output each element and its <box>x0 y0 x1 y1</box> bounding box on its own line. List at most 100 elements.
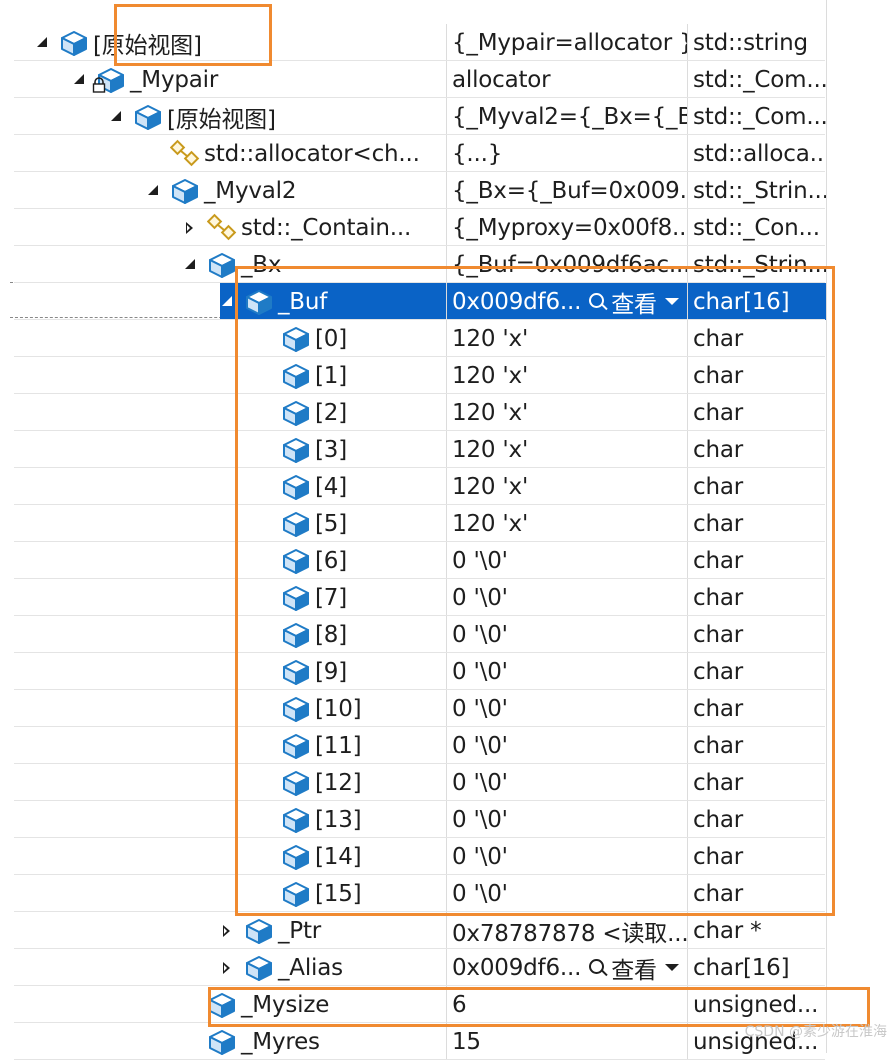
watch-row[interactable]: [9] 0 '\0' char <box>0 653 895 690</box>
type-cell[interactable]: char[16] <box>688 949 827 986</box>
expanded-arrow-icon[interactable] <box>72 73 86 87</box>
value-cell[interactable]: {_Mypair=allocator } <box>446 24 688 61</box>
type-cell[interactable]: char <box>688 320 827 357</box>
watch-row[interactable]: _Myval2 {_Bx={_Buf=0x009... std::_Strin... <box>0 172 895 209</box>
visualizer-button[interactable]: 查看 <box>589 285 679 319</box>
name-cell[interactable]: _Buf <box>220 283 446 320</box>
value-cell[interactable]: 0 '\0' <box>446 838 688 875</box>
watch-row[interactable]: _Buf 0x009df6... 查看 char[16] <box>0 283 895 320</box>
expanded-arrow-icon[interactable] <box>35 36 49 50</box>
value-cell[interactable]: 120 'x' <box>446 468 688 505</box>
watch-row[interactable]: _Bx {_Buf=0x009df6ac... std::_Strin... <box>0 246 895 283</box>
watch-row[interactable]: std::allocator<ch... {...} std::alloca... <box>0 135 895 172</box>
value-cell[interactable]: 0 '\0' <box>446 764 688 801</box>
value-cell[interactable]: 0 '\0' <box>446 727 688 764</box>
type-cell[interactable]: std::_Com... <box>688 61 827 98</box>
type-cell[interactable]: char <box>688 394 827 431</box>
value-cell[interactable]: 120 'x' <box>446 505 688 542</box>
watch-row[interactable]: [1] 120 'x' char <box>0 357 895 394</box>
value-cell[interactable]: 0 '\0' <box>446 801 688 838</box>
name-cell[interactable]: [2] <box>257 394 446 431</box>
value-cell[interactable]: 15 <box>446 1023 688 1060</box>
type-cell[interactable]: std::_Strin... <box>688 172 827 209</box>
value-cell[interactable]: 120 'x' <box>446 431 688 468</box>
name-cell[interactable]: [原始视图] <box>109 98 446 135</box>
watch-row[interactable]: _Alias 0x009df6... 查看 char[16] <box>0 949 895 986</box>
name-cell[interactable]: [9] <box>257 653 446 690</box>
type-cell[interactable]: char <box>688 764 827 801</box>
name-cell[interactable]: _Alias <box>220 949 446 986</box>
watch-row[interactable]: [13] 0 '\0' char <box>0 801 895 838</box>
value-cell[interactable]: {_Myval2={_Bx={_B... <box>446 98 688 135</box>
name-cell[interactable]: [原始视图] <box>35 24 446 61</box>
type-cell[interactable]: char <box>688 579 827 616</box>
name-cell[interactable]: [1] <box>257 357 446 394</box>
value-cell[interactable]: 0 '\0' <box>446 579 688 616</box>
type-cell[interactable]: char <box>688 801 827 838</box>
visualizer-button[interactable]: 查看 <box>589 951 679 985</box>
value-cell[interactable]: 6 <box>446 986 688 1023</box>
type-cell[interactable]: char <box>688 653 827 690</box>
watch-row[interactable]: [2] 120 'x' char <box>0 394 895 431</box>
type-cell[interactable]: std::_Con... <box>688 209 827 246</box>
value-cell[interactable]: 120 'x' <box>446 394 688 431</box>
name-cell[interactable]: _Bx <box>183 246 446 283</box>
collapsed-arrow-icon[interactable] <box>183 221 197 235</box>
collapsed-arrow-icon[interactable] <box>220 961 234 975</box>
name-cell[interactable]: [7] <box>257 579 446 616</box>
value-cell[interactable]: 0x009df6... 查看 <box>446 949 688 986</box>
watch-row[interactable]: [3] 120 'x' char <box>0 431 895 468</box>
expanded-arrow-icon[interactable] <box>146 184 160 198</box>
name-cell[interactable]: std::_Contain... <box>183 209 446 246</box>
value-cell[interactable]: 0 '\0' <box>446 875 688 912</box>
watch-row[interactable]: [7] 0 '\0' char <box>0 579 895 616</box>
name-cell[interactable]: _Mysize <box>183 986 446 1023</box>
type-cell[interactable]: char <box>688 431 827 468</box>
expanded-arrow-icon[interactable] <box>109 110 123 124</box>
watch-row[interactable]: [4] 120 'x' char <box>0 468 895 505</box>
name-cell[interactable]: std::allocator<ch... <box>146 135 446 172</box>
value-cell[interactable]: 0x009df6... 查看 <box>446 283 688 320</box>
watch-row[interactable]: [5] 120 'x' char <box>0 505 895 542</box>
name-cell[interactable]: _Myval2 <box>146 172 446 209</box>
type-cell[interactable]: std::_Strin... <box>688 246 827 283</box>
value-cell[interactable]: 0x78787878 <读取... <box>446 912 688 949</box>
collapsed-arrow-icon[interactable] <box>220 924 234 938</box>
name-cell[interactable]: [6] <box>257 542 446 579</box>
name-cell[interactable]: [10] <box>257 690 446 727</box>
name-cell[interactable]: [11] <box>257 727 446 764</box>
watch-row[interactable]: [原始视图] {_Mypair=allocator } std::string <box>0 24 895 61</box>
watch-row[interactable]: [0] 120 'x' char <box>0 320 895 357</box>
name-cell[interactable]: [4] <box>257 468 446 505</box>
expanded-arrow-icon[interactable] <box>220 295 234 309</box>
type-cell[interactable]: char <box>688 690 827 727</box>
type-cell[interactable]: unsigned... <box>688 986 827 1023</box>
name-cell[interactable]: _Mypair <box>72 61 446 98</box>
name-cell[interactable]: [12] <box>257 764 446 801</box>
name-cell[interactable]: [13] <box>257 801 446 838</box>
dropdown-arrow-icon[interactable] <box>664 964 679 971</box>
value-cell[interactable]: 0 '\0' <box>446 542 688 579</box>
value-cell[interactable]: allocator <box>446 61 688 98</box>
value-cell[interactable]: 120 'x' <box>446 357 688 394</box>
value-cell[interactable]: {_Bx={_Buf=0x009... <box>446 172 688 209</box>
type-cell[interactable]: std::string <box>688 24 827 61</box>
watch-row[interactable]: [12] 0 '\0' char <box>0 764 895 801</box>
name-cell[interactable]: _Ptr <box>220 912 446 949</box>
watch-row[interactable]: [14] 0 '\0' char <box>0 838 895 875</box>
type-cell[interactable]: char * <box>688 912 827 949</box>
watch-row[interactable]: _Mypair allocator std::_Com... <box>0 61 895 98</box>
value-cell[interactable]: 120 'x' <box>446 320 688 357</box>
type-cell[interactable]: char[16] <box>688 283 827 320</box>
dropdown-arrow-icon[interactable] <box>664 298 679 305</box>
type-cell[interactable]: char <box>688 468 827 505</box>
name-cell[interactable]: [3] <box>257 431 446 468</box>
type-cell[interactable]: char <box>688 838 827 875</box>
name-cell[interactable]: _Myres <box>183 1023 446 1060</box>
value-cell[interactable]: 0 '\0' <box>446 653 688 690</box>
watch-row[interactable]: [8] 0 '\0' char <box>0 616 895 653</box>
value-cell[interactable]: 0 '\0' <box>446 616 688 653</box>
type-cell[interactable]: char <box>688 727 827 764</box>
type-cell[interactable]: char <box>688 542 827 579</box>
watch-row[interactable]: [11] 0 '\0' char <box>0 727 895 764</box>
